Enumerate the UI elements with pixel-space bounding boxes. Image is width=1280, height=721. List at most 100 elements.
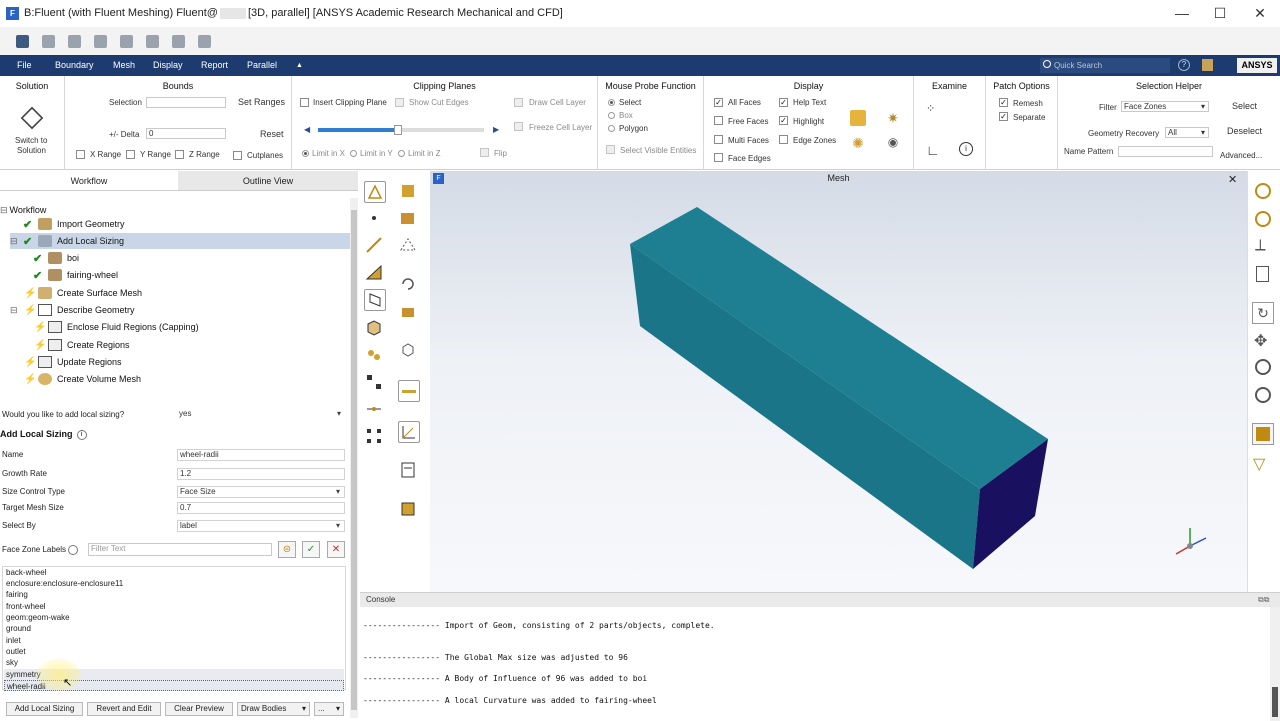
deselect-all-icon[interactable]: ✕: [327, 541, 345, 558]
maximize-button[interactable]: ☐: [1200, 0, 1240, 27]
z-range-checkbox[interactable]: [175, 150, 184, 159]
free-faces-checkbox[interactable]: [714, 116, 723, 125]
measure-tool-icon[interactable]: [398, 380, 420, 402]
tree-node-import-geometry[interactable]: ✔ Import Geometry: [20, 216, 350, 232]
read-file-icon[interactable]: [16, 35, 29, 48]
write-file-icon[interactable]: [42, 35, 55, 48]
freeze-cell-layer-checkbox[interactable]: [514, 122, 523, 131]
list-item[interactable]: inlet: [6, 635, 21, 646]
left-panel-scroll-thumb[interactable]: [351, 210, 357, 710]
zoom-in-icon[interactable]: [1255, 211, 1271, 227]
examine-info-icon[interactable]: i: [959, 142, 973, 156]
tree-node-boi[interactable]: ✔ boi: [30, 250, 350, 266]
layout-icon[interactable]: [172, 35, 185, 48]
face-zone-help-icon[interactable]: [68, 545, 79, 555]
probe-polygon-radio[interactable]: [608, 125, 615, 132]
examine-angle-icon[interactable]: ∟: [926, 142, 942, 158]
tree-node-update-regions[interactable]: ⚡ Update Regions: [20, 354, 350, 370]
report-tool-icon[interactable]: [398, 460, 420, 482]
settings-gear-icon[interactable]: ✺: [850, 135, 866, 151]
tree-node-create-regions[interactable]: ⚡ Create Regions: [30, 337, 350, 353]
console-float-icon[interactable]: ⧉⧉: [1258, 595, 1269, 605]
clipping-slider-thumb[interactable]: [393, 125, 402, 135]
face-tool-icon[interactable]: [364, 262, 386, 284]
add-local-sizing-question-dropdown[interactable]: yes: [177, 409, 345, 421]
collapse-ribbon-button[interactable]: ▲: [296, 55, 303, 76]
tab-workflow[interactable]: Workflow: [0, 171, 178, 191]
slider-right-arrow-icon[interactable]: ▶: [493, 125, 499, 134]
selection-input[interactable]: [146, 97, 226, 108]
left-panel-scrollbar[interactable]: [350, 198, 358, 718]
node-tool-icon[interactable]: [364, 208, 386, 230]
plane-tool-icon[interactable]: [364, 289, 386, 311]
menu-boundary[interactable]: Boundary: [55, 55, 94, 76]
help-text-checkbox[interactable]: ✓: [779, 98, 788, 107]
switch-to-solution-label-2[interactable]: Solution: [17, 146, 46, 155]
corner-nodes-icon[interactable]: [364, 426, 386, 448]
tree-node-create-volume-mesh[interactable]: ⚡ Create Volume Mesh: [20, 371, 350, 387]
y-range-checkbox[interactable]: [126, 150, 135, 159]
grid-icon[interactable]: [198, 35, 211, 48]
display-zones-icon[interactable]: [850, 110, 866, 126]
list-item[interactable]: enclosure:enclosure-enclosure11: [6, 578, 123, 589]
limit-z-radio[interactable]: [398, 150, 405, 157]
face-edges-checkbox[interactable]: [714, 153, 723, 162]
probe-box-radio[interactable]: [608, 112, 615, 119]
undo-icon[interactable]: [94, 35, 107, 48]
delta-input[interactable]: 0: [146, 128, 226, 139]
menu-file[interactable]: File: [17, 55, 32, 76]
menu-mesh[interactable]: Mesh: [113, 55, 135, 76]
graphics-icon[interactable]: [146, 35, 159, 48]
edge-connect-icon[interactable]: [364, 399, 386, 421]
tree-node-add-local-sizing[interactable]: ⊟ ✔ Add Local Sizing: [10, 233, 350, 249]
graphics-viewport[interactable]: F Mesh ✕: [430, 171, 1247, 592]
revert-and-edit-button[interactable]: Revert and Edit: [87, 702, 161, 716]
cell-zone-tool-icon[interactable]: [398, 208, 420, 230]
edge-zones-checkbox[interactable]: [779, 135, 788, 144]
multi-node-tool-icon[interactable]: [398, 235, 420, 257]
select-all-icon[interactable]: ✓: [302, 541, 320, 558]
section-help-icon[interactable]: i: [76, 429, 87, 440]
multi-faces-checkbox[interactable]: [714, 135, 723, 144]
zone-info-icon[interactable]: [398, 499, 420, 521]
remesh-checkbox[interactable]: ✓: [999, 98, 1008, 107]
limit-y-radio[interactable]: [350, 150, 357, 157]
quick-search-input[interactable]: Quick Search: [1040, 58, 1170, 73]
isometric-view-icon[interactable]: ⟂: [1255, 237, 1266, 255]
probe-select-radio[interactable]: [608, 99, 615, 106]
select-tool-icon[interactable]: [364, 181, 386, 203]
lighting-icon[interactable]: ✷: [885, 110, 901, 126]
examine-nodes-icon[interactable]: ⁘: [926, 102, 942, 118]
tree-node-describe-geometry[interactable]: ⊟ ⚡ Describe Geometry: [10, 302, 350, 318]
list-item[interactable]: outlet: [6, 646, 26, 657]
box-tool-icon[interactable]: [398, 340, 420, 362]
list-item[interactable]: geom:geom-wake: [6, 612, 70, 623]
zoom-fit-icon[interactable]: [1255, 183, 1271, 199]
growth-rate-input[interactable]: 1.2: [177, 468, 345, 480]
edge-tool-icon[interactable]: [364, 235, 386, 257]
draw-cell-layer-checkbox[interactable]: [514, 98, 523, 107]
highlight-checkbox[interactable]: ✓: [779, 116, 788, 125]
set-ranges-button[interactable]: Set Ranges: [238, 97, 285, 107]
insert-clipping-plane-checkbox[interactable]: [300, 98, 309, 107]
separate-checkbox[interactable]: ✓: [999, 112, 1008, 121]
clear-preview-button[interactable]: Clear Preview: [165, 702, 233, 716]
rotate-tool-icon[interactable]: [398, 274, 420, 296]
tree-node-enclose-fluid-regions[interactable]: ⚡ Enclose Fluid Regions (Capping): [30, 319, 350, 335]
filter-dropdown[interactable]: Face Zones ▾: [1121, 101, 1209, 112]
filter-text-input[interactable]: Filter Text: [88, 543, 272, 556]
reset-bounds-button[interactable]: Reset: [260, 129, 284, 139]
name-input[interactable]: wheel-radii: [177, 449, 345, 461]
pan-view-icon[interactable]: ✥: [1254, 331, 1267, 351]
draw-bodies-dropdown[interactable]: Draw Bodies ▾: [237, 702, 310, 716]
minimize-button[interactable]: —: [1162, 0, 1202, 27]
cutplanes-checkbox[interactable]: [233, 151, 242, 160]
view-eye-icon[interactable]: ◉: [885, 135, 901, 151]
all-faces-checkbox[interactable]: ✓: [714, 98, 723, 107]
zone-group-icon[interactable]: [398, 301, 420, 323]
switch-to-solution-label-1[interactable]: Switch to: [15, 136, 47, 145]
slider-left-arrow-icon[interactable]: ◀: [304, 125, 310, 134]
limit-x-radio[interactable]: [302, 150, 309, 157]
axes-tool-icon[interactable]: [398, 421, 420, 443]
tree-node-fairing-wheel[interactable]: ✔ fairing-wheel: [30, 267, 350, 283]
